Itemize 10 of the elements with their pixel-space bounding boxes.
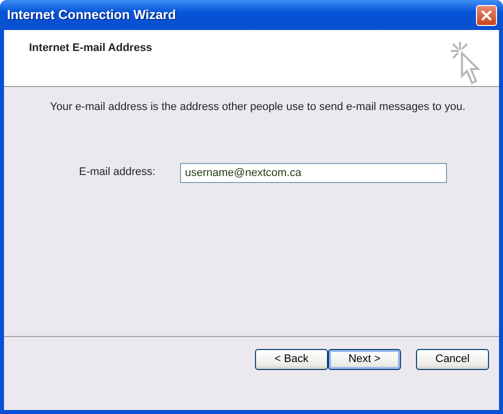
close-button[interactable]	[476, 4, 497, 26]
field-label: E-mail address:	[79, 165, 156, 180]
cancel-button[interactable]: Cancel	[416, 349, 489, 370]
back-button[interactable]: < Back	[255, 349, 328, 370]
next-button[interactable]: Next >	[328, 349, 401, 370]
close-icon	[481, 10, 492, 20]
email-field[interactable]: username@nextcom.ca	[180, 162, 447, 182]
description-text: Your e-mail address is the address other people use to send e-mail messages to you.	[50, 100, 466, 115]
window-title: Internet Connection Wizard	[7, 6, 176, 24]
page-title: Internet E-mail Address	[29, 41, 152, 56]
